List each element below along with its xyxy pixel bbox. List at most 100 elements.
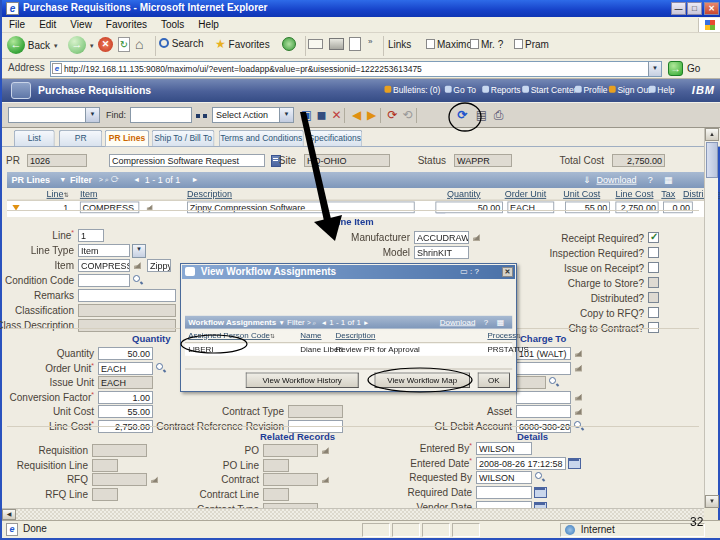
pr-description-field[interactable]: Compression Software Request [109,154,265,167]
condition-code-mag-icon[interactable] [132,274,144,286]
dialog-prev-icon[interactable]: ◄ [321,319,327,326]
address-input[interactable]: ehttp://192.168.11.135:9080/maximo/ui/?e… [50,61,662,77]
quantity-field[interactable]: 50.00 [98,347,153,360]
maximize-button[interactable]: □ [687,2,702,15]
entered-by-field[interactable]: WILSON [476,442,532,455]
back-button[interactable]: ← Back ▼ [7,36,59,54]
order-unit-mag-icon[interactable] [155,362,167,374]
select-action-combo[interactable]: Select Action▼ [212,107,294,123]
tab-pr-lines[interactable]: PR Lines [105,130,149,146]
dialog-filter-icon[interactable]: ▼ [278,319,284,326]
dialog-col-person[interactable]: Assigned Person Code ⇅ [188,331,275,340]
ok-button[interactable]: OK [478,373,510,388]
item-arrow-icon[interactable] [132,259,144,271]
print-button[interactable] [329,38,344,50]
asset-arrow-icon[interactable] [573,405,585,417]
col-description[interactable]: Description [187,189,232,199]
entered-date-cal-icon[interactable] [568,457,580,469]
edit-button[interactable] [349,37,361,51]
charge-row-3-mag-icon[interactable] [548,376,560,388]
menu-item-favorites[interactable]: Favorites [99,17,154,32]
model-field[interactable]: ShrinKIT [414,246,469,259]
forward-button[interactable]: → ▼ [68,36,95,54]
copy-to-rfq-checkbox[interactable] [648,307,659,318]
table-help-icon[interactable]: ? [648,172,653,187]
go-label[interactable]: Go [687,63,700,74]
view-workflow-map-button[interactable]: View Workflow Map [375,373,470,388]
cell-order-unit[interactable]: EACH [507,202,554,214]
cell-unit-cost[interactable]: 55.00 [565,202,610,214]
tab-pr[interactable]: PR [59,130,102,146]
col-item[interactable]: Item [80,189,98,199]
menu-item-tools[interactable]: Tools [154,17,191,32]
vertical-scrollbar[interactable]: ▲ ▼ [704,128,718,508]
dialog-help-icon[interactable]: ? [484,316,488,328]
cell-line-cost[interactable]: 2,750.00 [615,202,658,214]
dialog-filter-glyphs[interactable]: > ⌕ [307,319,316,326]
nav-profile[interactable]: Profile [575,85,608,94]
conversion-factor-field[interactable]: 1.00 [98,391,153,404]
col-order-unit[interactable]: Order Unit [505,189,547,199]
mail-button[interactable] [308,39,323,49]
requested-by-mag-icon[interactable] [534,471,546,483]
charge-row-2-arrow-icon[interactable] [573,362,585,374]
remarks-field[interactable] [78,289,176,302]
next-page-icon[interactable]: ► [192,172,199,187]
nav-sign-out[interactable]: Sign Out [609,85,651,94]
dialog-col-process[interactable]: Process ⇅ [487,331,521,340]
po-arrow-icon[interactable] [320,444,332,456]
nav-help[interactable]: Help [649,85,675,94]
prev-page-icon[interactable]: ◄ [133,172,140,187]
charge-row-1-arrow-icon[interactable] [573,347,585,359]
next-record-icon[interactable]: ▶ [363,107,380,124]
stop-workflow-icon[interactable]: ⟲ [399,107,416,124]
media-button[interactable] [282,37,296,51]
manufacturer-field[interactable]: ACCUDRAW [414,231,469,244]
tab-specifications[interactable]: Specifications [307,130,362,146]
scroll-thumb[interactable] [706,142,718,178]
line-type-field[interactable]: Item [78,244,130,257]
dialog-download-link[interactable]: Download [440,316,476,328]
filter-label[interactable]: Filter [70,172,92,187]
entered-date-field[interactable]: 2008-08-26 17:12:58 [476,457,566,470]
col-quantity[interactable]: Quantity [447,189,481,199]
line-field[interactable]: 1 [78,229,104,242]
download-link[interactable]: Download [597,172,637,187]
charge-row-4-field[interactable] [516,391,571,404]
cell-item[interactable]: COMPRESS [80,202,139,214]
tab-terms-and-conditions[interactable]: Terms and Conditions [219,130,304,146]
dialog-row[interactable]: LIBERI Diane Liberi Review PR for Approv… [185,344,512,356]
link-maximo[interactable]: Maximo [426,39,472,50]
record-combo[interactable]: ▼ [8,107,100,123]
refresh-button[interactable]: ↻ [118,37,130,52]
cell-description[interactable]: Zippy Compression Software [187,202,415,214]
dialog-grid-icon[interactable]: ▦ [497,316,505,328]
issue-on-receipt-checkbox[interactable] [648,262,659,273]
col-line-cost[interactable]: Line Cost [615,189,653,199]
address-dropdown[interactable]: ▼ [648,62,661,76]
home-button[interactable]: ⌂ [135,36,143,52]
required-date-cal-icon[interactable] [534,486,546,498]
dialog-col-description[interactable]: Description [335,331,375,340]
tab-ship-to-bill-to[interactable]: Ship To / Bill To [152,130,215,146]
menu-item-help[interactable]: Help [191,17,226,32]
nav-reports[interactable]: Reports [482,85,520,94]
charge-row-4-arrow-icon[interactable] [573,391,585,403]
workflow-map-icon[interactable]: ⟳ [454,107,471,124]
cell-tax[interactable]: 0.00 [663,202,693,214]
table-maximize-icon[interactable]: ▦ [664,172,673,187]
col-tax[interactable]: Tax [661,189,675,199]
dialog-col-name[interactable]: Name [300,331,321,340]
menu-item-edit[interactable]: Edit [32,17,63,32]
minimize-button[interactable]: — [671,2,686,15]
receipt-required-checkbox[interactable] [648,232,659,243]
contract-arrow-icon[interactable] [320,473,332,485]
toolbar-overflow-chevron[interactable]: » [368,37,372,46]
go-button[interactable]: → [668,61,683,76]
search-button[interactable]: Search [159,37,203,49]
dialog-next-icon[interactable]: ► [363,319,369,326]
manufacturer-arrow-icon[interactable] [471,231,483,243]
view-workflow-history-button[interactable]: View Workflow History [246,373,359,388]
scroll-left-icon[interactable]: ◀ [2,509,16,520]
link-pram[interactable]: Pram [514,39,549,50]
